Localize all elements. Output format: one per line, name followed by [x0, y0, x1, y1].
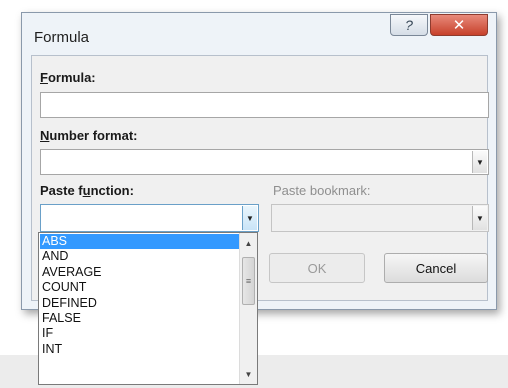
ok-button[interactable]: OK — [269, 253, 365, 283]
list-item[interactable]: DEFINED — [40, 296, 239, 311]
scrollbar-thumb[interactable]: ≡ — [242, 257, 255, 305]
chevron-down-icon[interactable]: ▼ — [472, 151, 487, 173]
chevron-down-icon[interactable]: ▼ — [242, 206, 257, 230]
paste-function-label: Paste function: — [40, 183, 134, 198]
paste-bookmark-label: Paste bookmark: — [273, 183, 371, 198]
paste-bookmark-select[interactable]: ▼ — [271, 204, 489, 232]
function-dropdown-list[interactable]: ABS AND AVERAGE COUNT DEFINED FALSE IF I… — [38, 232, 258, 385]
close-button[interactable]: ✕ — [430, 14, 488, 36]
list-item[interactable]: FALSE — [40, 311, 239, 326]
formula-label: Formula: — [40, 70, 96, 85]
help-button[interactable]: ? — [390, 14, 428, 36]
list-item[interactable]: COUNT — [40, 280, 239, 295]
paste-function-select[interactable]: ▼ — [40, 204, 259, 232]
scrollbar[interactable]: ▲ ≡ ▼ — [239, 233, 257, 384]
cancel-button[interactable]: Cancel — [384, 253, 488, 283]
close-icon: ✕ — [452, 17, 466, 34]
scroll-up-icon[interactable]: ▲ — [240, 235, 257, 251]
chevron-down-icon[interactable]: ▼ — [472, 206, 487, 230]
list-item[interactable]: AND — [40, 249, 239, 264]
formula-input[interactable] — [40, 92, 489, 118]
list-item[interactable]: INT — [40, 342, 239, 357]
number-format-label: Number format: — [40, 128, 138, 143]
dialog-title: Formula — [34, 29, 90, 46]
list-item[interactable]: IF — [40, 326, 239, 341]
list-item[interactable]: ABS — [40, 234, 239, 250]
number-format-select[interactable]: ▼ — [40, 149, 489, 175]
scroll-down-icon[interactable]: ▼ — [240, 366, 257, 382]
question-mark-icon: ? — [405, 17, 413, 33]
list-item[interactable]: AVERAGE — [40, 265, 239, 280]
